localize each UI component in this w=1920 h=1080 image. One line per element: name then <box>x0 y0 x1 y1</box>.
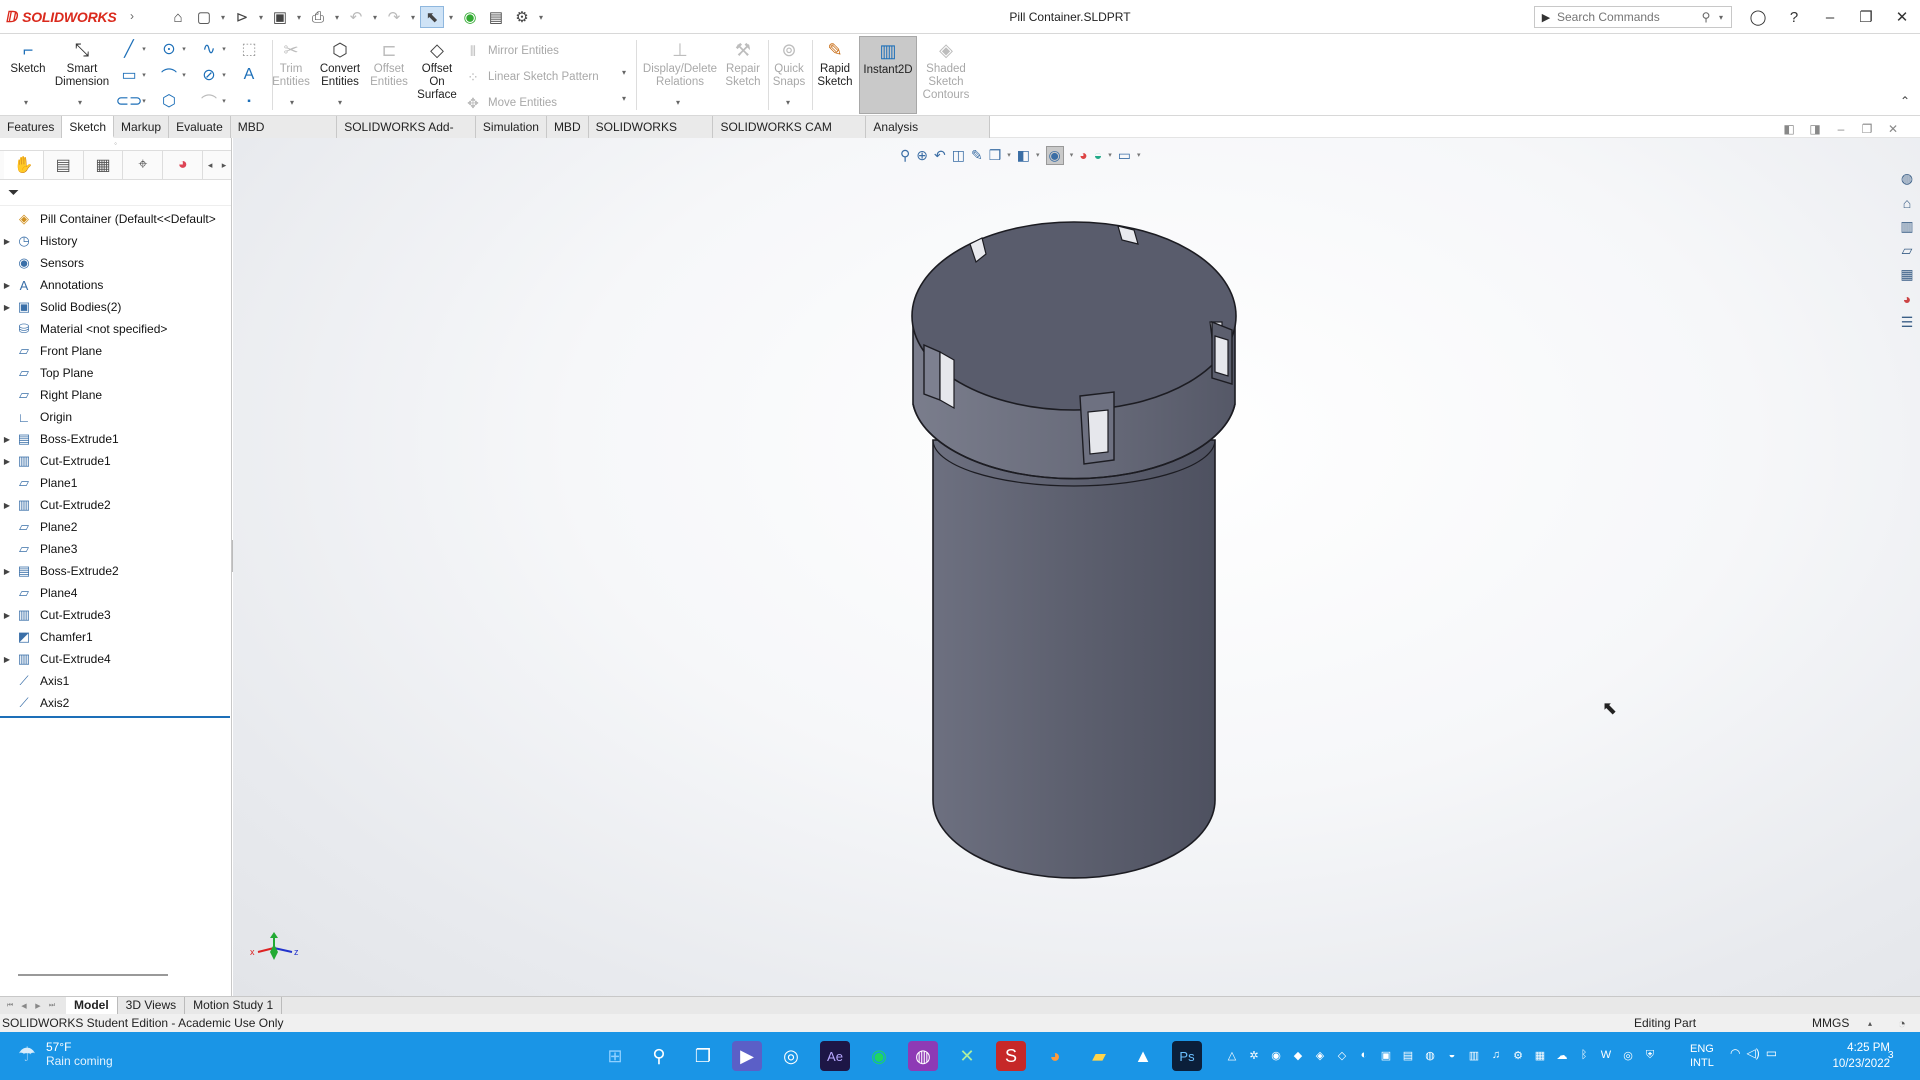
spotify-tray-icon[interactable]: ◉ <box>1268 1046 1284 1064</box>
xbox-icon[interactable]: ✕ <box>952 1041 982 1071</box>
cap-top-face[interactable] <box>911 221 1237 411</box>
hp-icon[interactable]: ◈ <box>1312 1046 1328 1064</box>
status-mode: Editing Part <box>1634 1016 1697 1030</box>
dropbox-icon[interactable]: ◇ <box>1334 1046 1350 1064</box>
side-slot <box>1214 335 1229 377</box>
tab-navigation: ⏮ ◀ ▶ ⏭ <box>0 1002 66 1010</box>
battery-icon: ▭ <box>1765 1046 1778 1060</box>
word-tray-icon[interactable]: W <box>1598 1046 1614 1064</box>
edge-icon[interactable]: ◒ <box>1444 1046 1460 1064</box>
cloud-tray-icon[interactable]: ☁ <box>1554 1046 1570 1064</box>
next-tab-icon[interactable]: ▶ <box>32 1002 44 1010</box>
bluetooth-icon[interactable]: ᛒ <box>1576 1046 1592 1064</box>
chrome-icon[interactable]: ◎ <box>776 1041 806 1071</box>
security-tray-icon[interactable]: ⛨ <box>1642 1046 1658 1064</box>
volume-icon: ◁) <box>1746 1046 1760 1060</box>
clock[interactable]: 4:25 PM 10/23/2022 <box>1818 1040 1890 1072</box>
firefox-icon[interactable]: ◕ <box>1040 1041 1070 1071</box>
bottom-tab-model[interactable]: Model <box>66 996 118 1015</box>
settings-tray-icon[interactable]: ✲ <box>1246 1046 1262 1064</box>
taskbar-apps: ⊞ ⚲ ❐ ▶ ◎ Ae ◉ ◍ ✕ S ◕ ▰ ▲ Ps <box>600 1040 1202 1072</box>
side-slot <box>923 343 941 402</box>
bottom-tab-3d-views[interactable]: 3D Views <box>118 996 186 1015</box>
units-selector[interactable]: MMGS <box>1812 1016 1849 1030</box>
solidworks-taskbar-icon[interactable]: S <box>996 1041 1026 1071</box>
rain-cloud-icon: ☂ <box>18 1043 36 1066</box>
windows-taskbar: ☂ 57°F Rain coming ⊞ ⚲ ❐ ▶ ◎ Ae ◉ ◍ ✕ S … <box>0 1032 1920 1080</box>
photoshop-icon[interactable]: Ps <box>1172 1041 1202 1071</box>
rebuild-status-icon[interactable]: ◔ <box>1898 1016 1906 1031</box>
prev-tab-icon[interactable]: ◀ <box>18 1002 30 1010</box>
start-icon[interactable]: ⊞ <box>600 1041 630 1071</box>
podcast-icon[interactable]: ◍ <box>908 1041 938 1071</box>
drive-icon[interactable]: △ <box>1224 1046 1240 1064</box>
side-slot <box>939 350 955 410</box>
first-tab-icon[interactable]: ⏮ <box>4 1002 16 1010</box>
container-body[interactable] <box>932 439 1216 879</box>
units-dropdown-icon[interactable]: ▴ <box>1868 1019 1872 1028</box>
quick-settings[interactable]: ◠ ◁) ▭ <box>1730 1046 1777 1060</box>
teams-icon[interactable]: ▶ <box>732 1041 762 1071</box>
pill-container-model[interactable] <box>0 0 1920 1080</box>
task-view-icon[interactable]: ❐ <box>688 1041 718 1071</box>
after-effects-icon[interactable]: Ae <box>820 1041 850 1071</box>
language-indicator[interactable]: ENG INTL <box>1690 1042 1714 1070</box>
file-explorer-taskbar-icon[interactable]: ▰ <box>1084 1041 1114 1071</box>
color-tray-icon[interactable]: ▦ <box>1532 1046 1548 1064</box>
bottom-tab-motion-study-1[interactable]: Motion Study 1 <box>185 996 283 1015</box>
status-text: SOLIDWORKS Student Edition - Academic Us… <box>2 1016 284 1030</box>
network-tray-icon[interactable]: ▥ <box>1466 1046 1482 1064</box>
spotify-icon[interactable]: ◉ <box>864 1041 894 1071</box>
chat-icon[interactable]: ◍ <box>1422 1046 1438 1064</box>
svg-text:z: z <box>294 947 299 957</box>
side-slot <box>1087 409 1109 455</box>
weather-forecast: Rain coming <box>45 1054 113 1068</box>
gear-tray-icon[interactable]: ⚙ <box>1510 1046 1526 1064</box>
nvidia-icon[interactable]: ▣ <box>1378 1046 1394 1064</box>
mouse-cursor-icon: ⬉ <box>1602 698 1618 718</box>
notification-badge[interactable]: 3 <box>1888 1050 1894 1061</box>
svg-text:x: x <box>250 947 255 957</box>
game-tray-icon[interactable]: ◎ <box>1620 1046 1636 1064</box>
weather-widget[interactable]: ☂ 57°F Rain coming <box>18 1040 113 1068</box>
status-bar: SOLIDWORKS Student Edition - Academic Us… <box>0 1014 1920 1032</box>
model-tabs: Model 3D Views Motion Study 1 <box>66 996 283 1015</box>
search-taskbar-icon[interactable]: ⚲ <box>644 1041 674 1071</box>
discord-icon[interactable]: ◐ <box>1356 1046 1372 1064</box>
bottom-tab-bar: ⏮ ◀ ▶ ⏭ Model 3D Views Motion Study 1 <box>0 996 1920 1015</box>
last-tab-icon[interactable]: ⏭ <box>46 1002 58 1010</box>
wifi-icon: ◠ <box>1730 1046 1741 1060</box>
weather-temperature: 57°F <box>45 1040 72 1054</box>
photos-icon[interactable]: ▲ <box>1128 1041 1158 1071</box>
music-tray-icon[interactable]: ♫ <box>1488 1046 1504 1064</box>
axis-triad: x z <box>250 932 299 960</box>
tray-app-icon[interactable]: ▤ <box>1400 1046 1416 1064</box>
system-tray-icons: △ ✲ ◉ ◆ ◈ ◇ ◐ ▣ ▤ ◍ ◒ ▥ ♫ ⚙ ▦ ☁ ᛒ W ◎ ⛨ <box>1224 1046 1658 1064</box>
shield-icon[interactable]: ◆ <box>1290 1046 1306 1064</box>
